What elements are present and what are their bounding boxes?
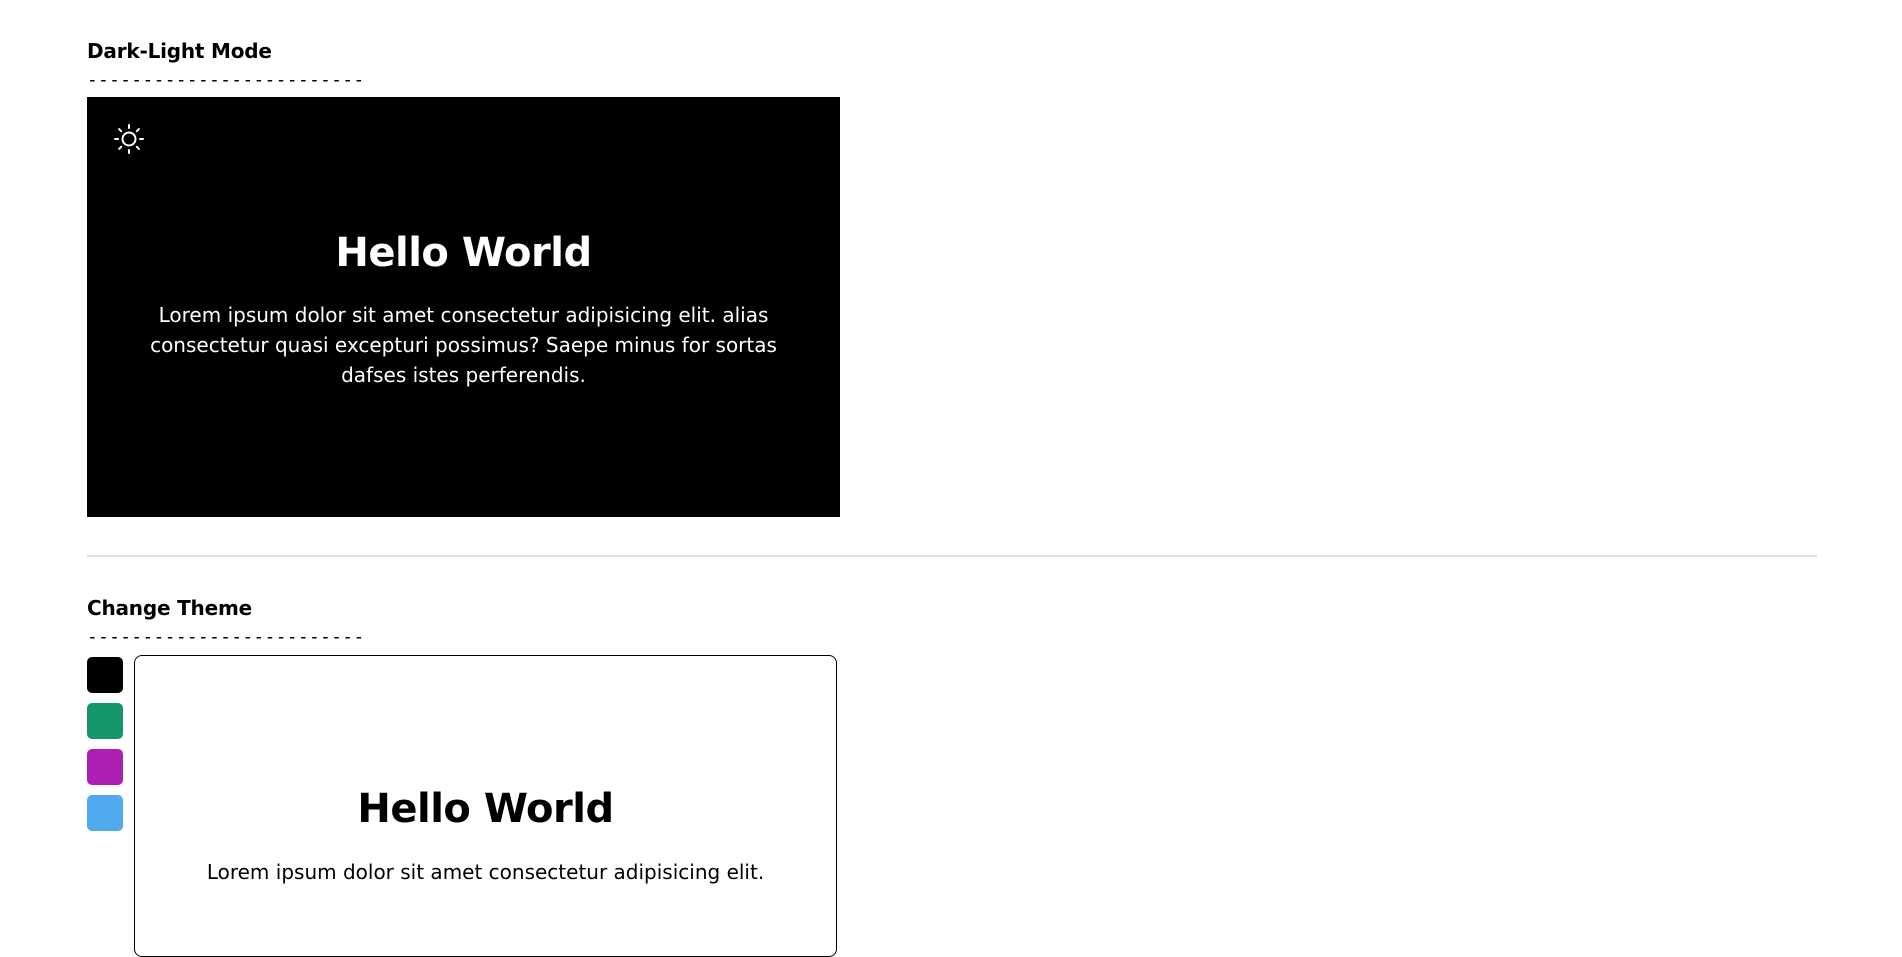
card-heading: Hello World <box>357 786 614 832</box>
card-paragraph: Lorem ipsum dolor sit amet consectetur a… <box>206 860 765 884</box>
sun-icon[interactable] <box>113 123 145 155</box>
theme-swatch-green[interactable] <box>87 703 123 739</box>
section-divider <box>87 555 1817 557</box>
theme-swatch-black[interactable] <box>87 657 123 693</box>
theme-swatch-purple[interactable] <box>87 749 123 785</box>
theme-preview-card: Hello World Lorem ipsum dolor sit amet c… <box>134 655 837 957</box>
theme-swatch-blue[interactable] <box>87 795 123 831</box>
change-theme-title: Change Theme <box>87 596 252 620</box>
card-heading: Hello World <box>335 230 592 276</box>
dark-light-mode-title: Dark-Light Mode <box>87 39 272 63</box>
title-separator: ------------------------- <box>87 69 365 91</box>
title-separator: ------------------------- <box>87 626 365 648</box>
dark-mode-card: Hello World Lorem ipsum dolor sit amet c… <box>87 97 840 517</box>
card-paragraph: Lorem ipsum dolor sit amet consectetur a… <box>150 303 777 387</box>
theme-swatch-list <box>87 657 123 841</box>
